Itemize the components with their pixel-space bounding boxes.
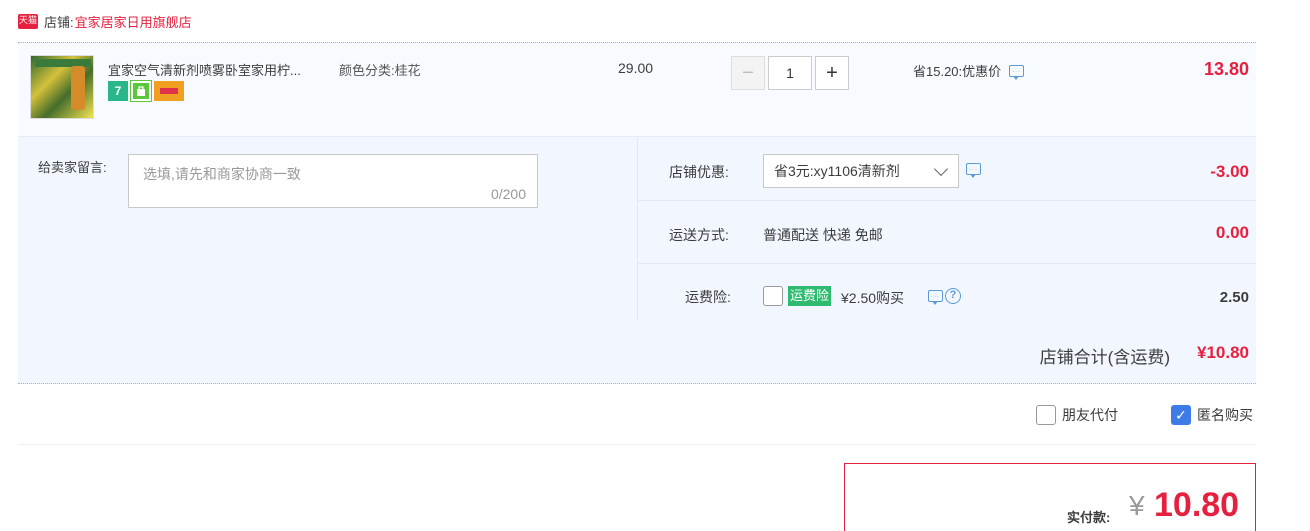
anonymous-buy-label: 匿名购买 — [1197, 407, 1253, 423]
promotion-info: 省15.20:优惠价 ··· — [913, 61, 1025, 80]
insurance-price: ¥2.50购买 — [841, 290, 905, 306]
payment-summary-box: 实付款: ¥ 10.80 — [844, 463, 1256, 531]
product-spec: 颜色分类:桂花 — [339, 63, 421, 78]
item-total-price: 13.80 — [1203, 59, 1249, 79]
credit-card-icon[interactable] — [154, 81, 184, 101]
shipping-label: 运送方式: — [669, 227, 729, 243]
insurance-tag: 运费险 — [788, 286, 832, 306]
quantity-stepper: − 1 + — [731, 56, 849, 90]
help-question-icon[interactable]: ? — [945, 288, 961, 304]
product-thumbnail[interactable] — [30, 55, 94, 119]
shop-label: 店铺: — [44, 14, 74, 30]
shop-coupon-row: 店铺优惠: 省3元:xy1106清新剂 ··· -3.00 — [638, 138, 1256, 201]
shop-coupon-amount: -3.00 — [1210, 162, 1249, 181]
service-badges: 7 — [108, 80, 184, 102]
insurance-checkbox[interactable] — [763, 286, 783, 306]
shop-subtotal-label: 店铺合计(含运费) — [1039, 348, 1170, 367]
payment-currency: ¥ — [1129, 490, 1145, 521]
shipping-row: 运送方式: 普通配送 快递 免邮 0.00 — [638, 201, 1256, 264]
unit-price: 29.00 — [618, 60, 654, 76]
shipping-amount: 0.00 — [1215, 223, 1249, 242]
shop-coupon-label: 店铺优惠: — [669, 164, 729, 180]
options-divider — [18, 444, 1256, 445]
insurance-icons: ··· ? — [928, 288, 961, 305]
payment-amount: 10.80 — [1154, 486, 1240, 524]
insurance-label: 运费险: — [685, 289, 731, 305]
friend-pay-option[interactable]: 朋友代付 — [1036, 405, 1118, 425]
anonymous-buy-option[interactable]: ✓ 匿名购买 — [1171, 405, 1253, 425]
shop-coupon-select[interactable]: 省3元:xy1106清新剂 — [763, 154, 959, 188]
tmall-logo-icon: 天猫 — [18, 13, 38, 29]
insurance-amount: 2.50 — [1219, 289, 1249, 306]
seller-message-counter: 0/200 — [490, 186, 526, 202]
friend-pay-checkbox[interactable] — [1036, 405, 1056, 425]
shop-name-link[interactable]: 宜家居家日用旗舰店 — [75, 12, 192, 31]
insurance-row: 运费险: 运费险 ¥2.50购买 ··· ? 2.50 — [638, 264, 1256, 320]
quantity-increase-button[interactable]: + — [815, 56, 849, 90]
product-title-link[interactable]: 宜家空气清新剂喷雾卧室家用柠... — [108, 60, 301, 79]
promotion-text: 省15.20:优惠价 — [913, 64, 1002, 79]
seller-message-label: 给卖家留言: — [38, 160, 107, 175]
shopping-bag-icon[interactable] — [130, 80, 152, 102]
friend-pay-label: 朋友代付 — [1062, 407, 1118, 423]
coupon-comment-icon[interactable]: ··· — [966, 163, 981, 178]
shop-header: 天猫 店铺: 宜家居家日用旗舰店 — [18, 10, 192, 32]
promo-comment-icon[interactable]: ··· — [1009, 64, 1025, 80]
order-item-row: 宜家空气清新剂喷雾卧室家用柠... 颜色分类:桂花 7 29.00 − 1 + … — [18, 43, 1256, 137]
seven-day-return-icon[interactable]: 7 — [108, 81, 128, 101]
shop-coupon-selected: 省3元:xy1106清新剂 — [774, 163, 900, 179]
seller-message-placeholder: 选填,请先和商家协商一致 — [143, 166, 301, 182]
anonymous-buy-checkbox[interactable]: ✓ — [1171, 405, 1191, 425]
order-panel: 宜家空气清新剂喷雾卧室家用柠... 颜色分类:桂花 7 29.00 − 1 + … — [18, 42, 1256, 384]
quantity-decrease-button[interactable]: − — [731, 56, 765, 90]
chevron-down-icon — [933, 161, 949, 177]
seller-message-textarea[interactable]: 选填,请先和商家协商一致 0/200 — [128, 154, 538, 208]
insurance-comment-icon[interactable]: ··· — [928, 290, 943, 305]
payment-label: 实付款: — [1067, 510, 1111, 525]
quantity-input[interactable]: 1 — [768, 56, 812, 90]
shop-subtotal-value: ¥10.80 — [1197, 343, 1249, 362]
shipping-method: 普通配送 快递 免邮 — [763, 227, 883, 243]
